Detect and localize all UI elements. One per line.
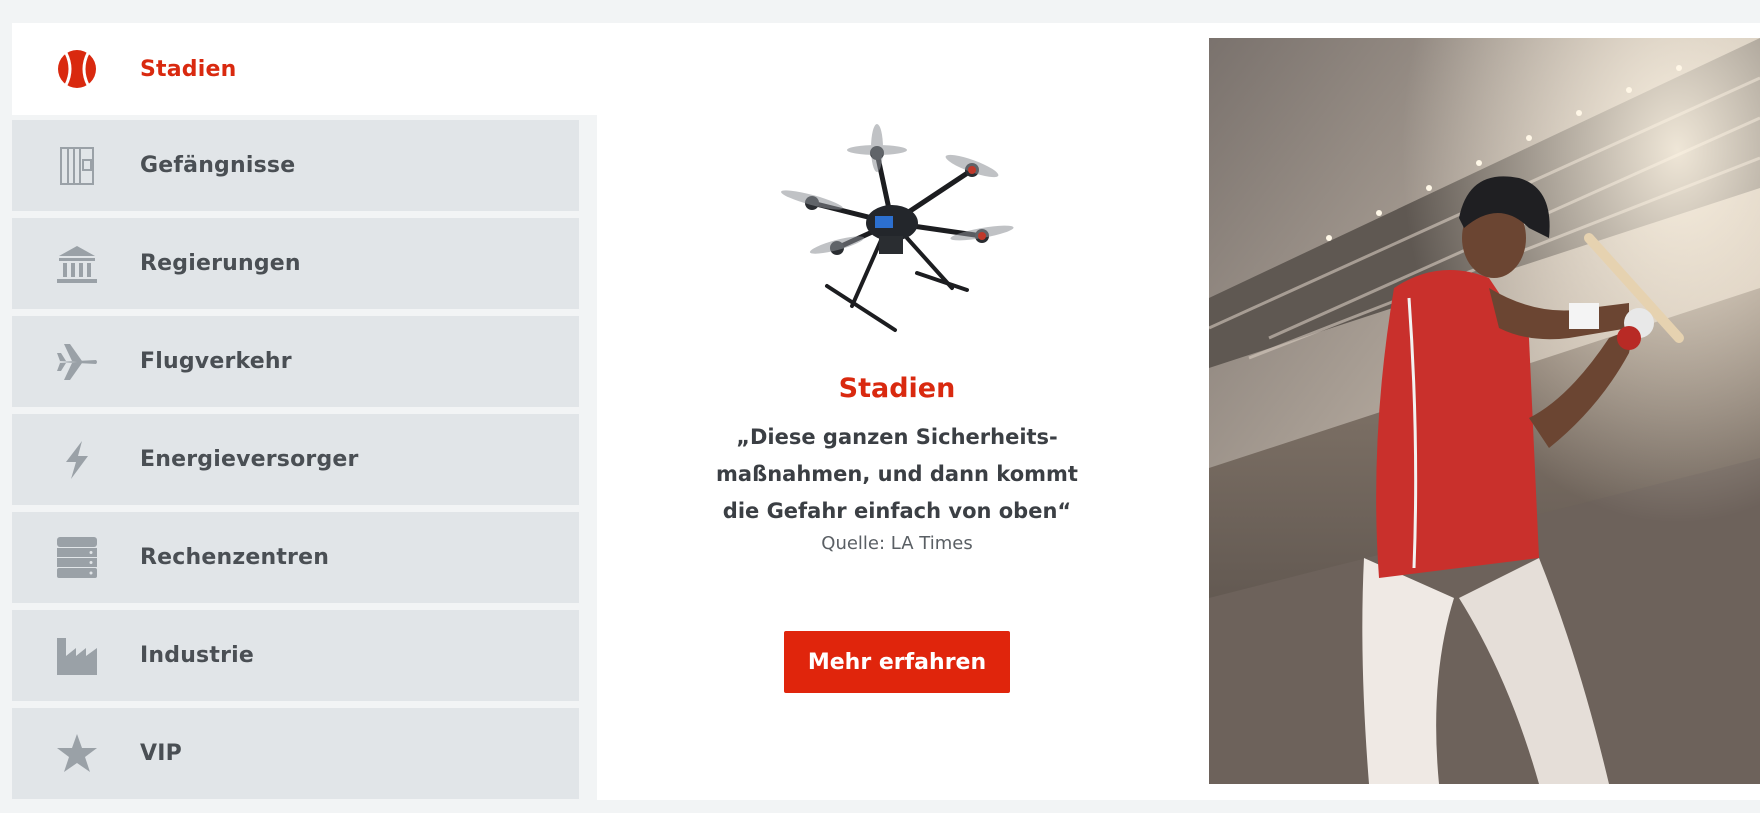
sidebar-item-label: Energieversorger <box>140 447 359 472</box>
factory-icon <box>52 631 102 681</box>
quote-source: Quelle: LA Times <box>821 533 973 554</box>
sidebar-item-label: Flugverkehr <box>140 349 292 374</box>
sidebar-item-energieversorger[interactable]: Energieversorger <box>12 414 579 505</box>
category-title: Stadien <box>838 373 956 404</box>
sidebar-item-vip[interactable]: VIP <box>12 708 579 799</box>
government-building-icon <box>52 239 102 289</box>
sidebar-item-label: Stadien <box>140 56 237 82</box>
sidebar-item-industrie[interactable]: Industrie <box>12 610 579 701</box>
sidebar-item-label: Industrie <box>140 643 254 668</box>
quote-line: „Diese ganzen Sicherheits- <box>736 425 1058 449</box>
star-icon <box>52 729 102 779</box>
sidebar-item-regierungen[interactable]: Regierungen <box>12 218 579 309</box>
quote-text: „Diese ganzen Sicherheits- maßnahmen, un… <box>707 419 1087 530</box>
baseball-icon <box>52 44 102 94</box>
sidebar-item-gefaengnisse[interactable]: Gefängnisse <box>12 120 579 211</box>
server-icon <box>52 533 102 583</box>
stadium-baseball-player-image <box>1209 38 1760 784</box>
category-sidebar: Stadien Gefängnisse Regierungen Flugverk… <box>12 23 597 800</box>
sidebar-item-label: VIP <box>140 741 182 766</box>
sidebar-item-label: Gefängnisse <box>140 153 296 178</box>
learn-more-button[interactable]: Mehr erfahren <box>784 631 1010 693</box>
category-detail: Stadien „Diese ganzen Sicherheits- maßna… <box>597 23 1197 800</box>
quote-line: die Gefahr einfach von oben“ <box>722 499 1072 523</box>
sidebar-item-label: Rechenzentren <box>140 545 330 570</box>
sidebar-item-rechenzentren[interactable]: Rechenzentren <box>12 512 579 603</box>
airplane-icon <box>52 337 102 387</box>
sidebar-item-stadien[interactable]: Stadien <box>12 23 597 115</box>
lightning-icon <box>52 435 102 485</box>
quote-line: maßnahmen, und dann kommt <box>716 462 1078 486</box>
sidebar-item-flugverkehr[interactable]: Flugverkehr <box>12 316 579 407</box>
sidebar-item-label: Regierungen <box>140 251 301 276</box>
drone-image <box>767 108 1037 348</box>
prison-bars-icon <box>52 141 102 191</box>
